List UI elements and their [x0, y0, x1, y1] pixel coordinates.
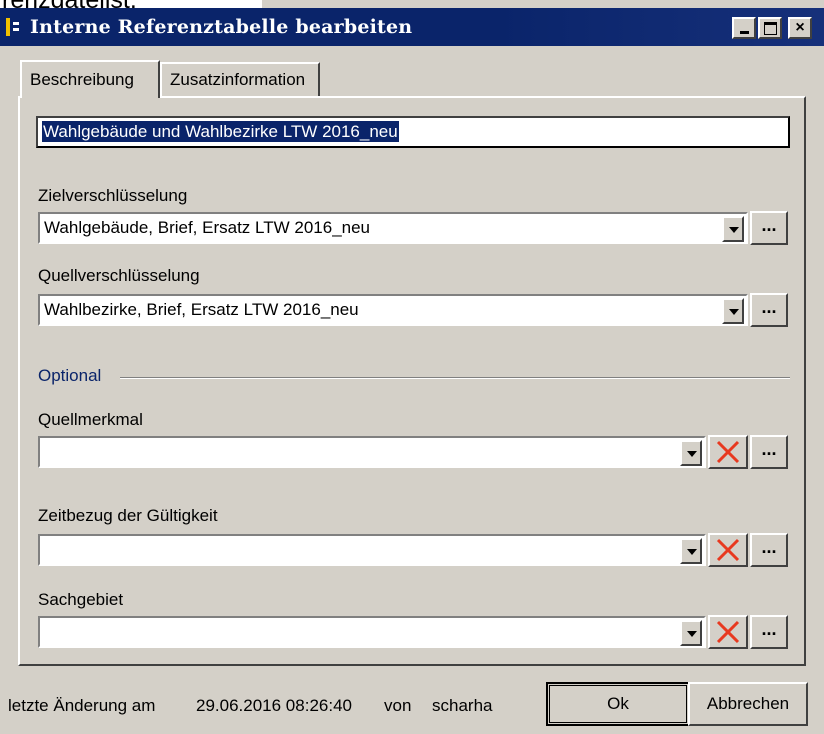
last-change-datetime: 29.06.2016 08:26:40	[196, 696, 352, 715]
maximize-icon	[763, 21, 777, 35]
tab-panel	[18, 96, 806, 666]
red-x-icon	[716, 440, 740, 464]
close-icon: ×	[795, 19, 805, 36]
app-icon	[6, 18, 20, 36]
zeitbezug-combobox[interactable]	[38, 534, 706, 566]
minimize-icon	[739, 31, 749, 34]
last-change-user: scharha	[432, 696, 493, 715]
quellmerkmal-combobox[interactable]	[38, 436, 706, 468]
quell-label: Quellverschlüsselung	[38, 266, 200, 285]
chevron-down-icon	[687, 549, 697, 555]
tab-label: Zusatzinformation	[170, 70, 306, 89]
quell-browse-button[interactable]: ...	[750, 293, 788, 327]
sachgebiet-browse-button[interactable]: ...	[750, 615, 788, 649]
chevron-down-icon	[729, 309, 739, 315]
table-name-input[interactable]: Wahlgebäude und Wahlbezirke LTW 2016_neu	[36, 116, 790, 148]
chevron-down-icon	[729, 227, 739, 233]
window-title: Interne Referenztabelle bearbeiten	[30, 16, 413, 38]
chevron-down-icon	[687, 631, 697, 637]
quellmerkmal-dropdown-button[interactable]	[680, 440, 702, 466]
cancel-button[interactable]: Abbrechen	[688, 682, 808, 726]
quell-dropdown-button[interactable]	[722, 298, 744, 324]
quellmerkmal-label: Quellmerkmal	[38, 410, 143, 429]
ok-button[interactable]: Ok	[546, 682, 690, 726]
ziel-browse-button[interactable]: ...	[750, 211, 788, 245]
optional-group-label: Optional	[38, 366, 102, 385]
zeitbezug-dropdown-button[interactable]	[680, 538, 702, 564]
close-button[interactable]: ×	[788, 17, 812, 39]
quellmerkmal-browse-button[interactable]: ...	[750, 435, 788, 469]
quellmerkmal-clear-button[interactable]	[708, 435, 748, 469]
sachgebiet-clear-button[interactable]	[708, 615, 748, 649]
tab-beschreibung[interactable]: Beschreibung	[20, 60, 160, 98]
zeitbezug-browse-button[interactable]: ...	[750, 533, 788, 567]
window-titlebar[interactable]: Interne Referenztabelle bearbeiten ×	[0, 8, 824, 46]
zeitbezug-label: Zeitbezug der Gültigkeit	[38, 506, 218, 525]
ziel-label: Zielverschlüsselung	[38, 186, 188, 205]
maximize-button[interactable]	[758, 17, 782, 39]
combo-value: Wahlbezirke, Brief, Ersatz LTW 2016_neu	[44, 300, 359, 319]
combo-value: Wahlgebäude, Brief, Ersatz LTW 2016_neu	[44, 218, 371, 237]
ziel-dropdown-button[interactable]	[722, 216, 744, 242]
sachgebiet-dropdown-button[interactable]	[680, 620, 702, 646]
selected-text: Wahlgebäude und Wahlbezirke LTW 2016_neu	[42, 121, 399, 142]
red-x-icon	[716, 538, 740, 562]
quell-combobox[interactable]: Wahlbezirke, Brief, Ersatz LTW 2016_neu	[38, 294, 748, 326]
group-divider	[120, 377, 790, 379]
chevron-down-icon	[687, 451, 697, 457]
sachgebiet-combobox[interactable]	[38, 616, 706, 648]
minimize-button[interactable]	[732, 17, 756, 39]
red-x-icon	[716, 620, 740, 644]
tab-label: Beschreibung	[30, 70, 134, 89]
last-change-label: letzte Änderung am	[8, 696, 156, 715]
sachgebiet-label: Sachgebiet	[38, 590, 124, 609]
ziel-combobox[interactable]: Wahlgebäude, Brief, Ersatz LTW 2016_neu	[38, 212, 748, 244]
last-change-by-label: von	[384, 696, 412, 715]
tab-zusatzinformation[interactable]: Zusatzinformation	[160, 62, 320, 96]
zeitbezug-clear-button[interactable]	[708, 533, 748, 567]
